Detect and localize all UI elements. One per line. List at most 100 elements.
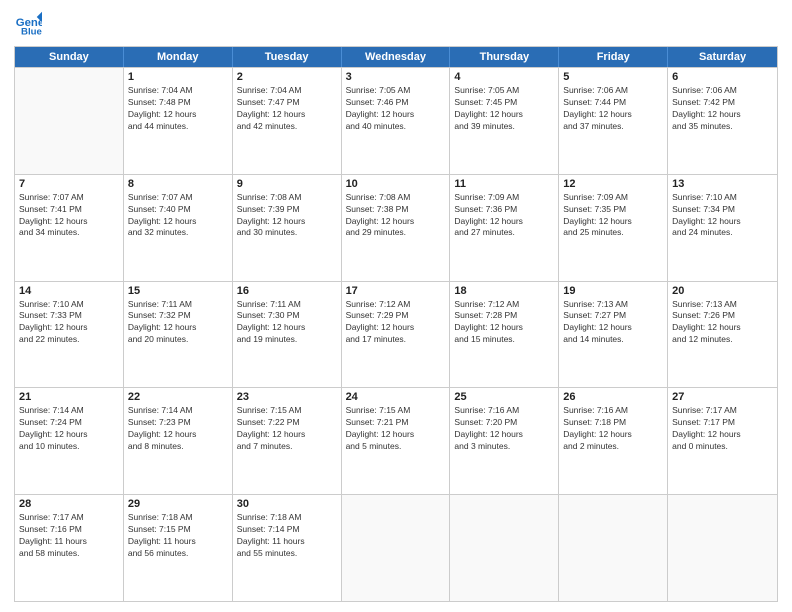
cell-line: Daylight: 12 hours bbox=[454, 216, 554, 228]
cell-line: and 29 minutes. bbox=[346, 227, 446, 239]
cell-line: Daylight: 12 hours bbox=[454, 109, 554, 121]
cell-line: and 19 minutes. bbox=[237, 334, 337, 346]
day-number: 24 bbox=[346, 391, 446, 403]
cell-line: and 42 minutes. bbox=[237, 121, 337, 133]
cell-line: Sunset: 7:32 PM bbox=[128, 310, 228, 322]
cell-line: Daylight: 12 hours bbox=[346, 429, 446, 441]
empty-cell bbox=[559, 495, 668, 601]
day-number: 28 bbox=[19, 498, 119, 510]
day-number: 15 bbox=[128, 285, 228, 297]
day-cell-7: 7Sunrise: 7:07 AMSunset: 7:41 PMDaylight… bbox=[15, 175, 124, 281]
day-header-sunday: Sunday bbox=[15, 47, 124, 67]
header: General Blue bbox=[14, 10, 778, 38]
day-number: 22 bbox=[128, 391, 228, 403]
cell-line: Sunrise: 7:15 AM bbox=[346, 405, 446, 417]
cell-line: and 8 minutes. bbox=[128, 441, 228, 453]
cell-line: Daylight: 12 hours bbox=[19, 322, 119, 334]
cell-line: Sunset: 7:23 PM bbox=[128, 417, 228, 429]
day-header-tuesday: Tuesday bbox=[233, 47, 342, 67]
cell-line: and 17 minutes. bbox=[346, 334, 446, 346]
cell-line: Daylight: 12 hours bbox=[563, 216, 663, 228]
day-cell-27: 27Sunrise: 7:17 AMSunset: 7:17 PMDayligh… bbox=[668, 388, 777, 494]
cell-line: and 39 minutes. bbox=[454, 121, 554, 133]
cell-line: Sunset: 7:22 PM bbox=[237, 417, 337, 429]
day-number: 17 bbox=[346, 285, 446, 297]
cell-line: Daylight: 12 hours bbox=[346, 322, 446, 334]
cell-line: Daylight: 11 hours bbox=[128, 536, 228, 548]
day-cell-6: 6Sunrise: 7:06 AMSunset: 7:42 PMDaylight… bbox=[668, 68, 777, 174]
calendar: SundayMondayTuesdayWednesdayThursdayFrid… bbox=[14, 46, 778, 602]
cell-line: Sunrise: 7:12 AM bbox=[346, 299, 446, 311]
cell-line: Sunset: 7:39 PM bbox=[237, 204, 337, 216]
cell-line: Sunrise: 7:07 AM bbox=[19, 192, 119, 204]
cell-line: Daylight: 12 hours bbox=[19, 429, 119, 441]
cell-line: and 7 minutes. bbox=[237, 441, 337, 453]
cell-line: Sunset: 7:14 PM bbox=[237, 524, 337, 536]
day-number: 1 bbox=[128, 71, 228, 83]
cell-line: Sunset: 7:26 PM bbox=[672, 310, 773, 322]
cell-line: Sunset: 7:45 PM bbox=[454, 97, 554, 109]
cell-line: Sunrise: 7:16 AM bbox=[563, 405, 663, 417]
cell-line: Daylight: 12 hours bbox=[19, 216, 119, 228]
day-cell-8: 8Sunrise: 7:07 AMSunset: 7:40 PMDaylight… bbox=[124, 175, 233, 281]
cell-line: Sunrise: 7:18 AM bbox=[128, 512, 228, 524]
cell-line: Sunset: 7:17 PM bbox=[672, 417, 773, 429]
cell-line: Sunrise: 7:07 AM bbox=[128, 192, 228, 204]
day-header-thursday: Thursday bbox=[450, 47, 559, 67]
cell-line: Daylight: 12 hours bbox=[672, 109, 773, 121]
day-cell-17: 17Sunrise: 7:12 AMSunset: 7:29 PMDayligh… bbox=[342, 282, 451, 388]
day-number: 4 bbox=[454, 71, 554, 83]
cell-line: Sunrise: 7:18 AM bbox=[237, 512, 337, 524]
day-cell-19: 19Sunrise: 7:13 AMSunset: 7:27 PMDayligh… bbox=[559, 282, 668, 388]
day-cell-18: 18Sunrise: 7:12 AMSunset: 7:28 PMDayligh… bbox=[450, 282, 559, 388]
cell-line: and 12 minutes. bbox=[672, 334, 773, 346]
day-number: 9 bbox=[237, 178, 337, 190]
cell-line: Sunrise: 7:11 AM bbox=[237, 299, 337, 311]
day-cell-16: 16Sunrise: 7:11 AMSunset: 7:30 PMDayligh… bbox=[233, 282, 342, 388]
day-number: 18 bbox=[454, 285, 554, 297]
week-row-3: 14Sunrise: 7:10 AMSunset: 7:33 PMDayligh… bbox=[15, 281, 777, 388]
day-number: 27 bbox=[672, 391, 773, 403]
cell-line: Sunrise: 7:09 AM bbox=[563, 192, 663, 204]
day-number: 3 bbox=[346, 71, 446, 83]
day-number: 14 bbox=[19, 285, 119, 297]
cell-line: Sunrise: 7:04 AM bbox=[128, 85, 228, 97]
day-cell-21: 21Sunrise: 7:14 AMSunset: 7:24 PMDayligh… bbox=[15, 388, 124, 494]
cell-line: Sunset: 7:18 PM bbox=[563, 417, 663, 429]
cell-line: and 10 minutes. bbox=[19, 441, 119, 453]
day-cell-24: 24Sunrise: 7:15 AMSunset: 7:21 PMDayligh… bbox=[342, 388, 451, 494]
day-number: 25 bbox=[454, 391, 554, 403]
cell-line: Daylight: 12 hours bbox=[237, 322, 337, 334]
cell-line: Daylight: 12 hours bbox=[563, 322, 663, 334]
cell-line: Sunrise: 7:10 AM bbox=[19, 299, 119, 311]
empty-cell bbox=[450, 495, 559, 601]
day-cell-3: 3Sunrise: 7:05 AMSunset: 7:46 PMDaylight… bbox=[342, 68, 451, 174]
week-row-5: 28Sunrise: 7:17 AMSunset: 7:16 PMDayligh… bbox=[15, 494, 777, 601]
empty-cell bbox=[668, 495, 777, 601]
cell-line: and 20 minutes. bbox=[128, 334, 228, 346]
day-cell-12: 12Sunrise: 7:09 AMSunset: 7:35 PMDayligh… bbox=[559, 175, 668, 281]
cell-line: Sunrise: 7:13 AM bbox=[563, 299, 663, 311]
cell-line: Daylight: 11 hours bbox=[19, 536, 119, 548]
cell-line: and 55 minutes. bbox=[237, 548, 337, 560]
calendar-body: 1Sunrise: 7:04 AMSunset: 7:48 PMDaylight… bbox=[15, 67, 777, 601]
cell-line: Daylight: 12 hours bbox=[237, 429, 337, 441]
day-header-saturday: Saturday bbox=[668, 47, 777, 67]
logo: General Blue bbox=[14, 10, 42, 38]
cell-line: Daylight: 12 hours bbox=[454, 322, 554, 334]
day-cell-26: 26Sunrise: 7:16 AMSunset: 7:18 PMDayligh… bbox=[559, 388, 668, 494]
cell-line: and 30 minutes. bbox=[237, 227, 337, 239]
cell-line: and 58 minutes. bbox=[19, 548, 119, 560]
cell-line: and 22 minutes. bbox=[19, 334, 119, 346]
cell-line: Sunrise: 7:12 AM bbox=[454, 299, 554, 311]
cell-line: Daylight: 12 hours bbox=[128, 109, 228, 121]
cell-line: and 35 minutes. bbox=[672, 121, 773, 133]
cell-line: Sunset: 7:47 PM bbox=[237, 97, 337, 109]
cell-line: and 0 minutes. bbox=[672, 441, 773, 453]
day-cell-4: 4Sunrise: 7:05 AMSunset: 7:45 PMDaylight… bbox=[450, 68, 559, 174]
cell-line: Sunset: 7:34 PM bbox=[672, 204, 773, 216]
cell-line: Sunset: 7:40 PM bbox=[128, 204, 228, 216]
cell-line: Sunset: 7:38 PM bbox=[346, 204, 446, 216]
cell-line: Sunrise: 7:15 AM bbox=[237, 405, 337, 417]
cell-line: Sunset: 7:36 PM bbox=[454, 204, 554, 216]
